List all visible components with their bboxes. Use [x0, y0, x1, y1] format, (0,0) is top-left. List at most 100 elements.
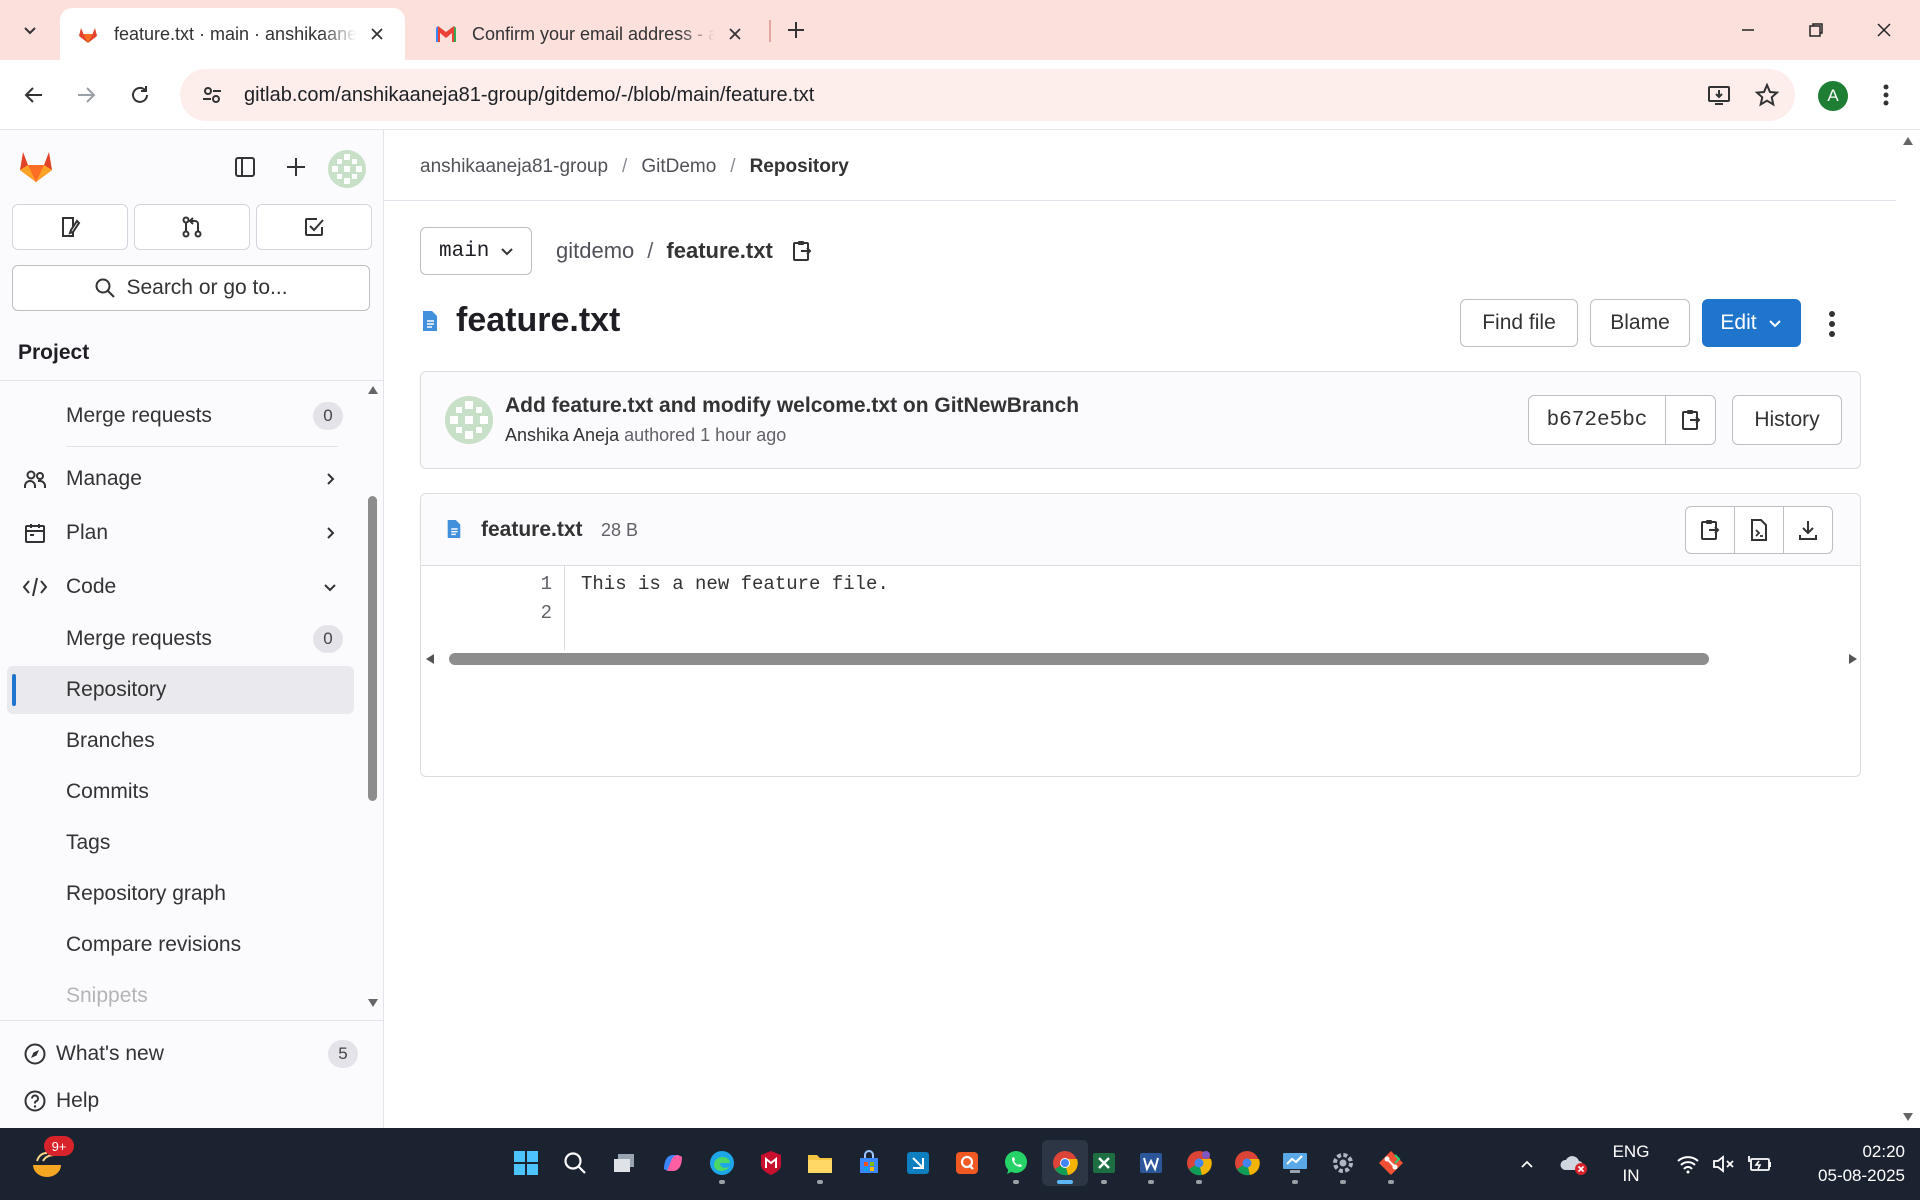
copy-file-path-icon[interactable] — [789, 238, 815, 264]
path-root-link[interactable]: gitdemo — [556, 238, 634, 264]
minimize-button[interactable] — [1724, 10, 1772, 50]
browser-menu-button[interactable] — [1866, 75, 1906, 115]
breadcrumb-group[interactable]: anshikaaneja81-group — [420, 156, 608, 178]
install-app-icon[interactable] — [1699, 75, 1739, 115]
merge-requests-button[interactable] — [134, 204, 250, 250]
commit-title-link[interactable]: Add feature.txt and modify welcome.txt o… — [505, 394, 1079, 418]
breadcrumb-current[interactable]: Repository — [750, 156, 849, 178]
file-path-breadcrumb: gitdemo / feature.txt — [556, 238, 815, 264]
restore-button[interactable] — [1792, 10, 1840, 50]
search-or-go-to-button[interactable]: Search or go to... — [12, 265, 370, 311]
scrollbar-thumb[interactable] — [449, 653, 1709, 665]
microsoft-store-button[interactable] — [846, 1140, 892, 1186]
sidebar-item-whats-new[interactable]: What's new 5 — [0, 1032, 383, 1076]
sidebar-item-compare-revisions[interactable]: Compare revisions — [0, 921, 355, 969]
sidebar-item-plan[interactable]: Plan — [0, 509, 355, 557]
find-file-button[interactable]: Find file — [1460, 299, 1578, 347]
language-indicator[interactable]: ENG IN — [1608, 1140, 1654, 1188]
show-hidden-icons-button[interactable] — [1512, 1128, 1542, 1200]
sidebar-item-snippets[interactable]: Snippets — [0, 972, 355, 1020]
sidebar-nav-scroll[interactable]: Merge requests 0 Manage Plan Code Merge … — [0, 381, 383, 1021]
edit-button[interactable]: Edit — [1702, 299, 1801, 347]
branch-selector[interactable]: main — [420, 227, 532, 275]
mcafee-button[interactable] — [748, 1140, 794, 1186]
back-button[interactable] — [14, 75, 54, 115]
history-button[interactable]: History — [1732, 395, 1842, 445]
address-bar[interactable]: gitlab.com/anshikaaneja81-group/gitdemo/… — [180, 69, 1795, 121]
forward-button[interactable] — [66, 75, 106, 115]
open-raw-button[interactable] — [1734, 506, 1784, 554]
settings-button[interactable] — [1320, 1140, 1366, 1186]
clock[interactable]: 02:20 05-08-2025 — [1795, 1140, 1905, 1188]
sidebar-item-merge-requests[interactable]: Merge requests 0 — [0, 392, 355, 440]
scroll-right-arrow-icon — [1849, 654, 1857, 664]
page-scrollbar[interactable] — [1896, 130, 1920, 1128]
close-tab-icon[interactable] — [365, 22, 389, 46]
scrollbar-thumb[interactable] — [368, 496, 377, 801]
profile-avatar[interactable]: A — [1818, 81, 1848, 111]
battery-button[interactable] — [1744, 1128, 1776, 1200]
chrome-profile-button[interactable] — [1224, 1140, 1270, 1186]
raw-file-icon — [1751, 519, 1767, 541]
copilot-button[interactable] — [650, 1140, 696, 1186]
bookmark-star-icon[interactable] — [1747, 75, 1787, 115]
sidebar-item-code-merge-requests[interactable]: Merge requests 0 — [0, 615, 355, 663]
code-view[interactable]: 1 2 This is a new feature file. — [421, 566, 1860, 650]
app-button[interactable] — [895, 1140, 941, 1186]
sidebar-item-code[interactable]: Code — [0, 563, 355, 611]
excel-button[interactable] — [1081, 1140, 1127, 1186]
app-button[interactable] — [944, 1140, 990, 1186]
tab-search-button[interactable] — [10, 12, 50, 48]
create-new-button[interactable] — [276, 147, 316, 187]
todo-list-button[interactable] — [256, 204, 372, 250]
url-text[interactable]: gitlab.com/anshikaaneja81-group/gitdemo/… — [244, 84, 1699, 107]
more-actions-button[interactable] — [1812, 304, 1852, 344]
sidebar-item-branches[interactable]: Branches — [0, 717, 355, 765]
horizontal-scrollbar[interactable] — [421, 647, 1860, 671]
avatar[interactable] — [445, 396, 493, 444]
sidebar-item-repository-graph[interactable]: Repository graph — [0, 870, 355, 918]
onedrive-button[interactable] — [1556, 1128, 1592, 1200]
sidebar-item-tags[interactable]: Tags — [0, 819, 355, 867]
commit-author-link[interactable]: Anshika Aneja — [505, 425, 619, 445]
wifi-button[interactable] — [1672, 1128, 1704, 1200]
download-button[interactable] — [1783, 506, 1833, 554]
close-tab-icon[interactable] — [723, 22, 747, 46]
blame-button[interactable]: Blame — [1590, 299, 1690, 347]
sidebar-item-label: Tags — [66, 831, 111, 854]
sidebar-scrollbar[interactable] — [366, 381, 378, 1021]
gitlab-logo-icon[interactable] — [16, 146, 56, 186]
breadcrumb-project[interactable]: GitDemo — [641, 156, 716, 178]
commit-sha[interactable]: b672e5bc — [1528, 395, 1666, 445]
volume-button[interactable] — [1708, 1128, 1740, 1200]
file-size: 28 B — [601, 520, 639, 540]
line-number[interactable]: 2 — [541, 602, 552, 624]
git-gui-button[interactable] — [1368, 1140, 1414, 1186]
task-view-button[interactable] — [601, 1140, 647, 1186]
browser-tab-gitlab[interactable]: feature.txt · main · anshikaaneja81-grou… — [60, 8, 405, 60]
taskbar-search-button[interactable] — [552, 1140, 598, 1186]
browser-tab-gmail[interactable]: Confirm your email address - anshikaanej… — [418, 8, 763, 60]
site-info-icon[interactable] — [192, 75, 232, 115]
reload-button[interactable] — [120, 75, 160, 115]
start-button[interactable] — [503, 1140, 549, 1186]
copy-sha-button[interactable] — [1666, 395, 1716, 445]
assigned-issues-button[interactable] — [12, 204, 128, 250]
new-tab-button[interactable] — [780, 14, 812, 46]
chrome-profile-button[interactable] — [1176, 1140, 1222, 1186]
sidebar-item-repository[interactable]: Repository — [7, 666, 354, 714]
line-number[interactable]: 1 — [541, 573, 552, 595]
sidebar-item-commits[interactable]: Commits — [0, 768, 355, 816]
gmail-favicon-icon — [436, 26, 456, 42]
edge-button[interactable] — [699, 1140, 745, 1186]
collapse-sidebar-button[interactable] — [225, 147, 265, 187]
sidebar-item-manage[interactable]: Manage — [0, 455, 355, 503]
close-window-button[interactable] — [1860, 10, 1908, 50]
user-avatar[interactable] — [328, 150, 366, 188]
control-panel-button[interactable] — [1272, 1140, 1318, 1186]
file-explorer-button[interactable] — [797, 1140, 843, 1186]
copy-contents-button[interactable] — [1685, 506, 1735, 554]
word-button[interactable] — [1128, 1140, 1174, 1186]
sidebar-item-help[interactable]: Help — [0, 1079, 383, 1123]
whatsapp-button[interactable] — [993, 1140, 1039, 1186]
